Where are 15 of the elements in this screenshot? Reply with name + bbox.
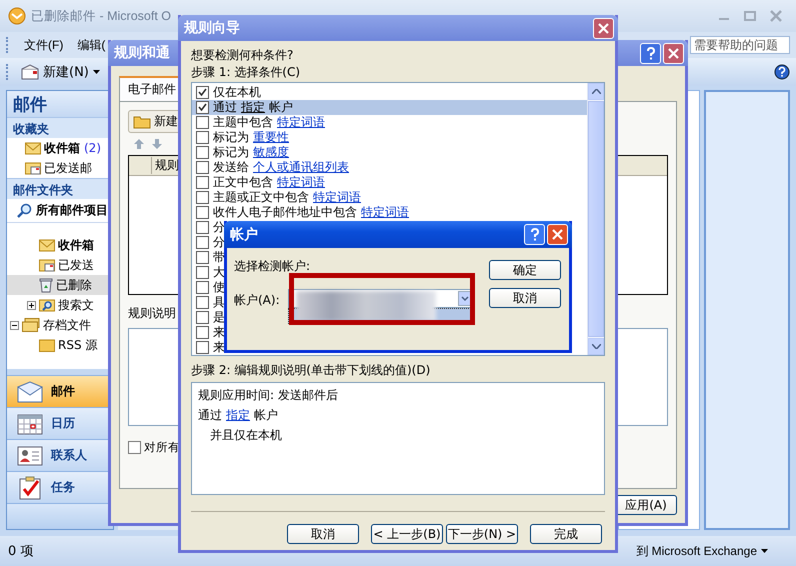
dialog-title: 规则和通	[114, 44, 170, 62]
checkbox-label: 对所有	[144, 440, 180, 455]
step-label: 步骤 2: 编辑规则说明(单击带下划线的值)(D)	[191, 362, 430, 379]
description-line: 并且仅在本机	[209, 427, 283, 444]
description-line: 通过 指定 帐户	[198, 407, 279, 424]
window-title: 已删除邮件 - Microsoft O	[31, 8, 172, 24]
status-text: 0 项	[8, 543, 34, 560]
step-label: 步骤 1: 选择条件(C)	[191, 64, 300, 81]
prompt-text: 选择检测帐户:	[234, 258, 310, 275]
dialog-title: 帐户	[230, 226, 258, 244]
section-label: 规则说明	[128, 305, 176, 322]
dialog-title: 规则向导	[184, 19, 240, 37]
description-line: 规则应用时间: 发送邮件后	[198, 387, 339, 404]
question-text: 想要检测何种条件?	[191, 47, 294, 64]
field-label: 帐户(A):	[234, 292, 280, 309]
